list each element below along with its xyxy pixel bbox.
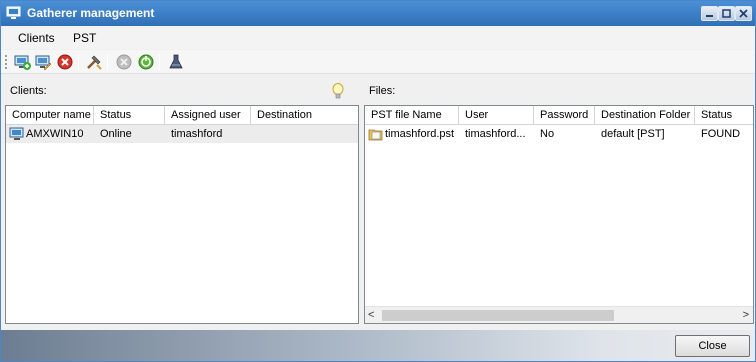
maximize-icon	[722, 9, 731, 18]
menu-clients[interactable]: Clients	[18, 31, 55, 45]
stop-icon	[116, 54, 132, 70]
scroll-right-icon[interactable]: >	[743, 309, 749, 321]
menu-pst[interactable]: PST	[73, 31, 96, 45]
close-window-button[interactable]	[735, 6, 752, 21]
tools-icon	[87, 55, 102, 70]
flask-button[interactable]	[167, 53, 185, 71]
minimize-icon	[706, 15, 713, 17]
column-header-assigned-user[interactable]: Assigned user	[165, 106, 251, 125]
cell-pst-file-name: timashford.pst	[365, 125, 459, 143]
edit-client-icon	[35, 55, 52, 71]
tools-button[interactable]	[85, 53, 103, 71]
cell-user: timashford...	[465, 128, 526, 140]
toolbar-separator	[78, 54, 79, 70]
clients-grid: Computer name Status Assigned user Desti…	[5, 105, 359, 324]
title-bar: Gatherer management	[1, 1, 755, 26]
column-header-password[interactable]: Password	[534, 106, 595, 125]
cell-destination	[251, 125, 358, 143]
column-header-destination[interactable]: Destination	[251, 106, 358, 125]
computer-icon	[9, 127, 24, 140]
files-grid-header: PST file Name User Password Destination …	[365, 106, 753, 125]
clients-grid-header: Computer name Status Assigned user Desti…	[6, 106, 358, 125]
cell-password: No	[540, 128, 555, 140]
edit-client-button[interactable]	[34, 53, 52, 71]
scrollbar-thumb[interactable]	[382, 310, 614, 321]
column-header-user[interactable]: User	[459, 106, 534, 125]
toolbar-grip	[5, 55, 7, 69]
table-row[interactable]: timashford.pst timashford... No default …	[365, 125, 753, 143]
gatherer-management-window: Gatherer management Clients PST Clients:…	[0, 0, 756, 362]
flask-icon	[169, 54, 183, 69]
cell-computer-name: AMXWIN10	[6, 125, 94, 143]
footer: Close	[1, 330, 755, 361]
cell-status: FOUND	[701, 128, 741, 140]
start-button[interactable]	[137, 53, 155, 71]
cell-assigned-user: timashford	[171, 128, 223, 140]
cell-status: Online	[100, 128, 132, 140]
pst-file-icon	[368, 129, 383, 141]
computer-name-text: AMXWIN10	[26, 128, 84, 140]
pst-file-name-text: timashford.pst	[385, 128, 455, 140]
remove-client-button[interactable]	[56, 53, 74, 71]
table-row[interactable]: AMXWIN10 Online timashford	[6, 125, 358, 143]
add-client-button[interactable]	[13, 53, 31, 71]
column-header-destination-folder[interactable]: Destination Folder	[595, 106, 695, 125]
add-client-icon	[14, 55, 31, 70]
lightbulb-icon[interactable]	[331, 83, 345, 100]
clients-label: Clients:	[10, 85, 47, 97]
toolbar-separator	[159, 54, 160, 70]
stop-button[interactable]	[115, 53, 133, 71]
cell-destination-folder: default [PST]	[601, 128, 665, 140]
window-title: Gatherer management	[27, 6, 155, 20]
toolbar	[1, 50, 755, 74]
column-header-pst-file-name[interactable]: PST file Name	[365, 106, 459, 125]
files-grid: PST file Name User Password Destination …	[364, 105, 754, 324]
close-icon	[739, 9, 748, 18]
files-label: Files:	[369, 85, 396, 97]
column-header-computer-name[interactable]: Computer name	[6, 106, 94, 125]
close-button[interactable]: Close	[675, 335, 750, 357]
remove-client-icon	[57, 54, 73, 70]
minimize-button[interactable]	[701, 6, 718, 21]
column-header-status[interactable]: Status	[94, 106, 165, 125]
column-header-status[interactable]: Status	[695, 106, 753, 125]
scroll-left-icon[interactable]: <	[368, 309, 374, 321]
horizontal-scrollbar[interactable]: < >	[365, 306, 753, 323]
start-icon	[138, 54, 154, 70]
maximize-button[interactable]	[718, 6, 735, 21]
menu-bar: Clients PST	[1, 26, 755, 49]
app-icon	[6, 6, 21, 19]
toolbar-separator	[107, 54, 108, 70]
